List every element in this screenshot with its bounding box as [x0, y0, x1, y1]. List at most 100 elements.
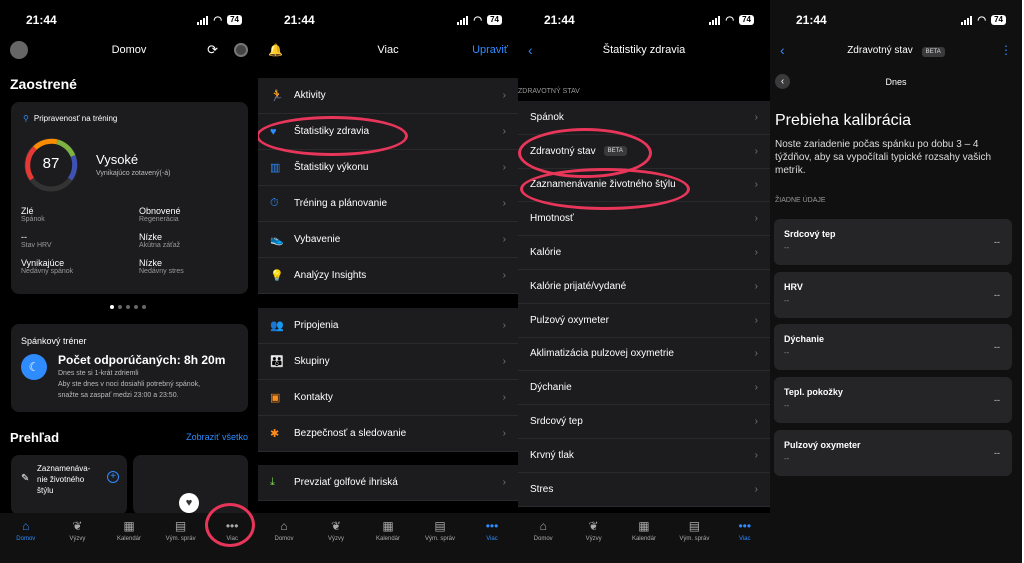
health-status-header: ‹ Zdravotný stav BETA ⋮ [770, 40, 1022, 60]
stat-label: Spánok [21, 216, 45, 223]
menu-item-golf[interactable]: ⤓ Prevziať golfové ihriská › [258, 465, 518, 501]
menu-label: Prevziať golfové ihriská [294, 477, 398, 488]
battery-icon: 74 [487, 15, 502, 25]
tab-home[interactable]: ⌂ Domov [3, 519, 49, 542]
menu-label: Kontakty [294, 392, 333, 403]
screen-health-status: 21:44 ◠ 74 ‹ Zdravotný stav BETA ⋮ ‹ Dnes… [770, 0, 1022, 563]
chevron-right-icon: › [754, 416, 758, 428]
stat-value: Nízke [139, 258, 163, 268]
metric-card-respiration[interactable]: Dýchanie -- -- [774, 324, 1012, 370]
menu-group-3: ⤓ Prevziať golfové ihriská › [258, 465, 518, 501]
readiness-card[interactable]: ⚲ Pripravenosť na tréning 87 Vysoké Vyni… [11, 102, 248, 294]
bell-icon[interactable]: 🔔 [268, 43, 283, 57]
readiness-label: Pripravenosť na tréning [33, 114, 118, 123]
screen-health-stats: 21:44 ◠ 74 ‹ Štatistiky zdravia ZDRAVOTNÝ… [518, 0, 770, 563]
tab-label: Kalendár [631, 536, 656, 542]
chevron-right-icon: › [502, 392, 506, 403]
sleep-coach-card[interactable]: Spánkový tréner ☾ Počet odporúčaných: 8h… [11, 324, 248, 412]
menu-item-connections[interactable]: 👥 Pripojenia › [258, 308, 518, 344]
list-item-blood-pressure[interactable]: Krvný tlak › [518, 439, 770, 473]
tab-home[interactable]: ⌂ Domov [520, 519, 566, 542]
list-item-health-status[interactable]: Zdravotný stav BETA › [518, 135, 770, 169]
newsfeed-icon: ▤ [174, 519, 187, 533]
tab-newsfeed[interactable]: ▤ Vým. správ [158, 519, 204, 542]
tab-calendar[interactable]: ▦ Kalendár [365, 519, 411, 542]
list-item-respiration[interactable]: Dýchanie › [518, 371, 770, 406]
tab-challenges[interactable]: ❦ Výzvy [571, 519, 617, 542]
chevron-right-icon: › [502, 270, 506, 281]
tab-challenges[interactable]: ❦ Výzvy [54, 519, 100, 542]
tab-challenges[interactable]: ❦ Výzvy [313, 519, 359, 542]
tab-more[interactable]: ••• Viac [722, 519, 768, 542]
status-bar: 21:44 ◠ 74 [518, 0, 770, 40]
tab-more[interactable]: ••• Viac [469, 519, 515, 542]
tab-more[interactable]: ••• Viac [209, 519, 255, 542]
tab-home[interactable]: ⌂ Domov [261, 519, 307, 542]
tab-newsfeed[interactable]: ▤ Vým. správ [417, 519, 463, 542]
list-item-pulse-ox-acclimation[interactable]: Aklimatizácia pulzovej oxymetrie › [518, 338, 770, 372]
stat-label: Nedávny spánok [21, 268, 74, 275]
status-time: 21:44 [284, 13, 315, 27]
add-icon[interactable]: + [107, 471, 119, 483]
menu-item-safety[interactable]: ✱ Bezpečnosť a sledovanie › [258, 416, 518, 452]
menu-label: Vybavenie [294, 234, 341, 245]
tab-label: Viac [486, 536, 498, 542]
chevron-right-icon: › [754, 314, 758, 326]
metric-card-heart-rate[interactable]: Srdcový tep -- -- [774, 219, 1012, 265]
show-all-link[interactable]: Zobraziť všetko [186, 432, 248, 442]
list-item-calories[interactable]: Kalórie › [518, 236, 770, 270]
menu-item-performance-stats[interactable]: ▥ Štatistiky výkonu › [258, 150, 518, 186]
status-bar: 21:44 ◠ 74 [258, 0, 518, 40]
overview-card-2[interactable]: ♥ [133, 455, 248, 515]
menu-label: Pripojenia [294, 320, 339, 331]
status-time: 21:44 [544, 13, 575, 27]
tab-label: Vým. správ [679, 536, 710, 542]
edit-button[interactable]: Upraviť [472, 44, 508, 56]
chevron-right-icon: › [502, 234, 506, 245]
menu-item-groups[interactable]: 👪 Skupiny › [258, 344, 518, 380]
metric-value: -- [784, 401, 790, 410]
chevron-right-icon: › [502, 198, 506, 209]
list-item-sleep[interactable]: Spánok › [518, 101, 770, 135]
calendar-icon: ▦ [638, 519, 650, 533]
sync-icon[interactable]: ⟳ [207, 42, 218, 58]
tab-label: Výzvy [327, 536, 344, 542]
list-item-heart-rate[interactable]: Srdcový tep › [518, 405, 770, 439]
lifestyle-card[interactable]: ✎ Zaznamenáva- nie životného štýlu + [11, 455, 127, 515]
list-item-pulse-ox[interactable]: Pulzový oxymeter › [518, 304, 770, 338]
menu-item-gear[interactable]: 👟 Vybavenie › [258, 222, 518, 258]
signal-icon [709, 15, 721, 25]
lifestyle-line: Zaznamenáva- [37, 464, 91, 473]
list-label: Pulzový oxymeter [530, 314, 609, 326]
readiness-level-sub: Vynikajúco zotavený(-á) [96, 170, 171, 177]
metric-range: -- [994, 290, 1000, 300]
metric-card-pulse-ox[interactable]: Pulzový oxymeter -- -- [774, 430, 1012, 476]
list-item-calories-in-out[interactable]: Kalórie prijaté/vydané › [518, 270, 770, 304]
menu-item-health-stats[interactable]: ♥ Štatistiky zdravia › [258, 114, 518, 150]
list-label: Stres [530, 483, 554, 495]
tab-newsfeed[interactable]: ▤ Vým. správ [671, 519, 717, 542]
menu-item-activities[interactable]: 🏃 Aktivity › [258, 78, 518, 114]
back-icon[interactable]: ‹ [528, 42, 533, 58]
metric-card-skin-temp[interactable]: Tepl. pokožky -- -- [774, 377, 1012, 423]
menu-item-insights[interactable]: 💡 Analýzy Insights › [258, 258, 518, 294]
menu-item-contacts[interactable]: ▣ Kontakty › [258, 380, 518, 416]
tab-calendar[interactable]: ▦ Kalendár [621, 519, 667, 542]
contacts-icon: ▣ [270, 392, 281, 404]
bar-chart-icon: ▥ [270, 162, 281, 174]
list-item-stress[interactable]: Stres › [518, 473, 770, 507]
tab-label: Výzvy [69, 536, 86, 542]
list-item-lifestyle[interactable]: Zaznamenávanie životného štýlu › [518, 169, 770, 203]
status-time: 21:44 [26, 13, 57, 27]
page-dots[interactable] [110, 305, 146, 309]
list-item-weight[interactable]: Hmotnosť › [518, 202, 770, 237]
menu-item-training[interactable]: ⏱ Tréning a plánovanie › [258, 186, 518, 222]
list-label: Krvný tlak [530, 449, 574, 461]
watch-icon[interactable] [234, 43, 248, 57]
chevron-right-icon: › [502, 162, 506, 173]
tab-calendar[interactable]: ▦ Kalendár [106, 519, 152, 542]
avatar[interactable] [10, 41, 28, 59]
metric-value: -- [784, 243, 790, 252]
health-header: ‹ Štatistiky zdravia [518, 40, 770, 60]
metric-card-hrv[interactable]: HRV -- -- [774, 272, 1012, 318]
